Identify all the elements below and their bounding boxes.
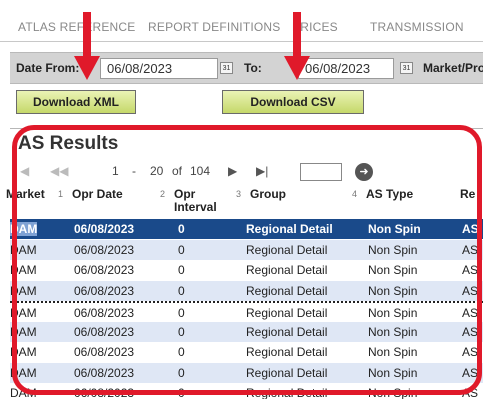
to-label: To: (244, 61, 262, 75)
nav-report-definitions[interactable]: REPORT DEFINITIONS (148, 20, 281, 34)
date-from-label: Date From: (16, 61, 80, 75)
red-arrow-icon (74, 12, 100, 80)
calendar-icon[interactable]: 31 (400, 62, 413, 74)
download-xml-button[interactable]: Download XML (16, 90, 136, 114)
date-to-input[interactable]: 06/08/2023 (298, 58, 394, 79)
red-arrow-icon (284, 12, 310, 80)
highlight-box (12, 125, 482, 395)
download-csv-button[interactable]: Download CSV (222, 90, 364, 114)
market-label: Market/Pro (423, 61, 483, 75)
top-nav: ATLAS REFERENCE REPORT DEFINITIONS PRICE… (0, 0, 483, 42)
date-from-input[interactable]: 06/08/2023 (100, 58, 218, 79)
calendar-icon[interactable]: 31 (220, 62, 233, 74)
nav-transmission[interactable]: TRANSMISSION (370, 20, 464, 34)
